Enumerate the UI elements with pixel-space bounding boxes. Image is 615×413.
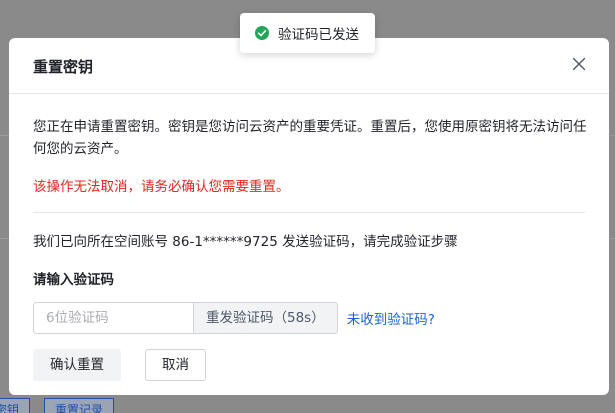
warning-text: 该操作无法取消，请务必确认您需要重置。 <box>33 179 290 195</box>
divider <box>33 212 585 213</box>
code-label: 请输入验证码 <box>33 272 114 288</box>
verification-info: 我们已向所在空间账号 86-1******9725 发送验证码，请完成验证步骤 <box>33 234 458 250</box>
code-row: 重发验证码（58s） 未收到验证码? <box>33 302 585 334</box>
background-key-button: 密钥 <box>0 398 31 413</box>
cancel-button[interactable]: 取消 <box>145 349 206 381</box>
close-button[interactable] <box>569 54 589 74</box>
verification-code-input[interactable] <box>33 302 193 334</box>
resend-code-button[interactable]: 重发验证码（58s） <box>193 302 338 334</box>
confirm-reset-button[interactable]: 确认重置 <box>33 349 121 381</box>
close-icon <box>572 57 586 71</box>
dialog-title: 重置密钥 <box>33 58 94 76</box>
check-circle-icon <box>255 26 269 40</box>
dialog-body: 您正在申请重置密钥。密钥是您访问云资产的重要凭证。重置后，您使用原密钥将无法访问… <box>33 116 587 334</box>
reset-key-dialog: 重置密钥 您正在申请重置密钥。密钥是您访问云资产的重要凭证。重置后，您使用原密钥… <box>9 38 609 395</box>
no-code-link[interactable]: 未收到验证码? <box>347 308 435 328</box>
dialog-actions: 确认重置 取消 <box>33 349 206 381</box>
toast-message: 验证码已发送 <box>278 27 359 43</box>
dialog-description: 您正在申请重置密钥。密钥是您访问云资产的重要凭证。重置后，您使用原密钥将无法访问… <box>33 119 587 157</box>
success-toast: 验证码已发送 <box>240 13 375 53</box>
background-reset-log-button: 重置记录 <box>44 398 115 413</box>
